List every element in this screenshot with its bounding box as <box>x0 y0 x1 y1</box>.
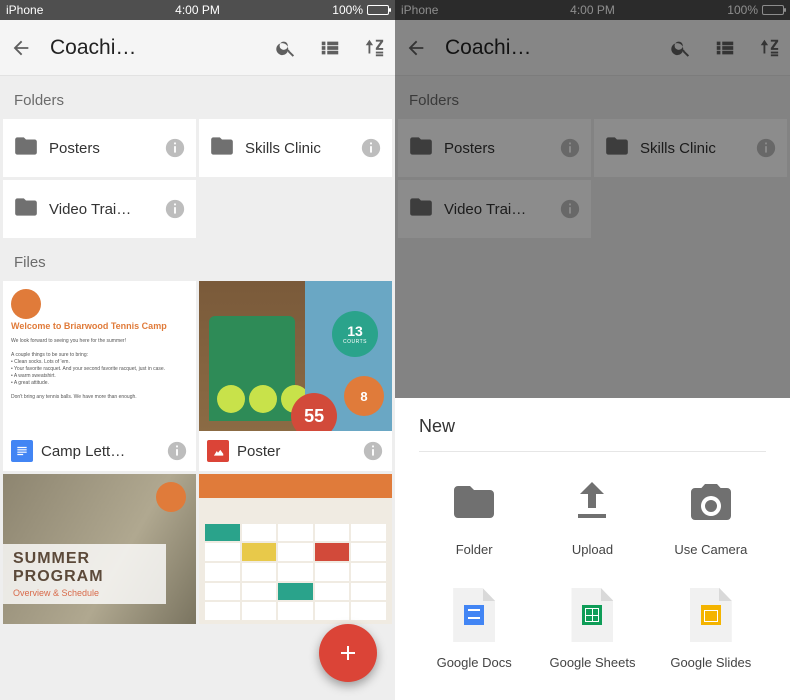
folder-name: Skills Clinic <box>245 140 350 157</box>
status-bar: iPhone 4:00 PM 100% <box>395 0 790 20</box>
google-docs-option[interactable]: Google Docs <box>419 587 529 670</box>
folder-name: Skills Clinic <box>640 140 745 157</box>
folder-tile[interactable]: Video Trai… <box>3 180 196 238</box>
option-label: Google Slides <box>670 655 751 670</box>
view-list-icon[interactable] <box>319 37 341 59</box>
folder-tile[interactable]: Video Trai… <box>398 180 591 238</box>
option-label: Google Sheets <box>549 655 635 670</box>
sheet-title: New <box>419 416 766 437</box>
new-folder-option[interactable]: Folder <box>419 474 529 557</box>
search-icon[interactable] <box>670 37 692 59</box>
info-icon[interactable] <box>166 440 188 462</box>
app-acronym-bar: Coachi… <box>395 20 790 76</box>
file-tile[interactable]: Welcome to Briarwood Tennis Camp We look… <box>3 281 196 471</box>
info-icon[interactable] <box>559 137 581 159</box>
file-thumbnail <box>199 474 392 624</box>
option-label: Use Camera <box>674 542 747 557</box>
google-slides-option[interactable]: Google Slides <box>656 587 766 670</box>
sort-az-icon[interactable] <box>758 37 780 59</box>
folder-name: Posters <box>49 140 154 157</box>
back-arrow-icon[interactable] <box>405 37 427 59</box>
google-sheets-icon <box>564 587 620 643</box>
file-tile[interactable]: 13COURTS 8 55 Poster <box>199 281 392 471</box>
google-docs-icon <box>446 587 502 643</box>
folder-tile[interactable]: Posters <box>3 119 196 177</box>
file-tile[interactable]: SUMMER PROGRAM Overview & Schedule <box>3 474 196 624</box>
info-icon[interactable] <box>360 137 382 159</box>
page-title: Coachi… <box>445 36 652 60</box>
file-name: Camp Lett… <box>41 443 158 460</box>
folder-name: Video Trai… <box>444 201 549 218</box>
info-icon[interactable] <box>755 137 777 159</box>
folder-tile[interactable]: Skills Clinic <box>594 119 787 177</box>
upload-option[interactable]: Upload <box>537 474 647 557</box>
google-sheets-option[interactable]: Google Sheets <box>537 587 647 670</box>
drawing-icon <box>207 440 229 462</box>
file-thumbnail: SUMMER PROGRAM Overview & Schedule <box>3 474 196 624</box>
option-label: Google Docs <box>437 655 512 670</box>
search-icon[interactable] <box>275 37 297 59</box>
fab-add-button[interactable] <box>319 624 377 682</box>
camera-icon <box>683 474 739 530</box>
sort-az-icon[interactable] <box>363 37 385 59</box>
option-label: Upload <box>572 542 613 557</box>
battery-icon <box>367 5 389 15</box>
file-name: Poster <box>237 443 354 460</box>
folder-icon <box>209 133 235 164</box>
file-thumbnail: 13COURTS 8 55 <box>199 281 392 431</box>
status-bar: iPhone 4:00 PM 100% <box>0 0 395 20</box>
clock: 4:00 PM <box>0 3 395 17</box>
folder-icon <box>604 133 630 164</box>
folders-section-label: Folders <box>0 76 395 119</box>
page-title: Coachi… <box>50 36 257 60</box>
option-label: Folder <box>456 542 493 557</box>
folder-icon <box>13 133 39 164</box>
info-icon[interactable] <box>164 198 186 220</box>
folders-section-label: Folders <box>395 76 790 119</box>
folder-name: Video Trai… <box>49 201 154 218</box>
battery-icon <box>762 5 784 15</box>
folder-tile[interactable]: Posters <box>398 119 591 177</box>
view-list-icon[interactable] <box>714 37 736 59</box>
back-arrow-icon[interactable] <box>10 37 32 59</box>
clock: 4:00 PM <box>395 3 790 17</box>
docs-icon <box>11 440 33 462</box>
app-bar: Coachi… <box>0 20 395 76</box>
folder-icon <box>408 133 434 164</box>
use-camera-option[interactable]: Use Camera <box>656 474 766 557</box>
folder-icon <box>408 194 434 225</box>
folder-name: Posters <box>444 140 549 157</box>
folder-icon <box>446 474 502 530</box>
new-bottom-sheet: New Folder Upload Use Camera Google Doc <box>395 398 790 700</box>
file-tile[interactable] <box>199 474 392 624</box>
info-icon[interactable] <box>559 198 581 220</box>
info-icon[interactable] <box>164 137 186 159</box>
folder-tile[interactable]: Skills Clinic <box>199 119 392 177</box>
google-slides-icon <box>683 587 739 643</box>
upload-icon <box>564 474 620 530</box>
file-thumbnail: Welcome to Briarwood Tennis Camp We look… <box>3 281 196 431</box>
folder-icon <box>13 194 39 225</box>
info-icon[interactable] <box>362 440 384 462</box>
files-section-label: Files <box>0 238 395 281</box>
